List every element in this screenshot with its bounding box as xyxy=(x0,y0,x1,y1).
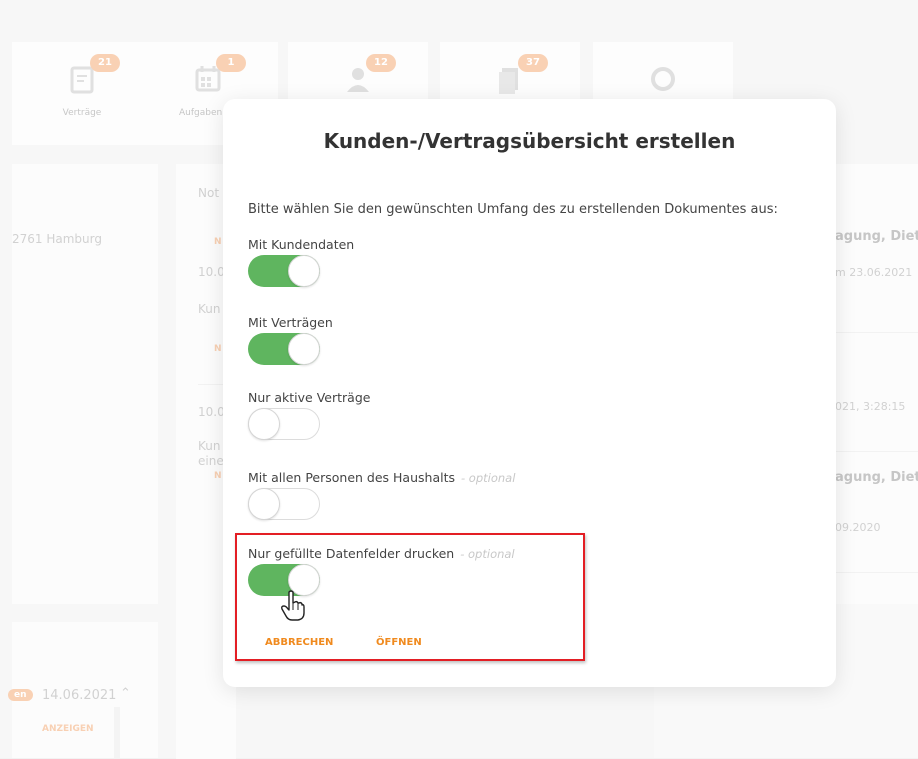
toggle-vertraege[interactable] xyxy=(248,333,320,365)
option-label: Mit Verträgen xyxy=(248,315,333,330)
toggle-haushalt[interactable] xyxy=(248,488,320,520)
option-aktive-vertraege: Nur aktive Verträge xyxy=(248,390,371,440)
dialog-description: Bitte wählen Sie den gewünschten Umfang … xyxy=(248,202,778,217)
optional-hint: - optional xyxy=(460,471,516,485)
toggle-knob xyxy=(248,488,280,520)
option-label: Mit Kundendaten xyxy=(248,237,355,252)
toggle-knob xyxy=(248,408,280,440)
option-label: Nur aktive Verträge xyxy=(248,390,371,405)
dialog-title: Kunden-/Vertragsübersicht erstellen xyxy=(323,129,736,153)
hand-cursor-icon xyxy=(281,590,305,621)
option-haushalt: Mit allen Personen des Haushalts - optio… xyxy=(248,470,516,520)
toggle-kundendaten[interactable] xyxy=(248,255,320,287)
option-kundendaten: Mit Kundendaten xyxy=(248,237,355,287)
option-label: Mit allen Personen des Haushalts xyxy=(248,470,455,485)
toggle-knob xyxy=(288,333,320,365)
toggle-aktive-vertraege[interactable] xyxy=(248,408,320,440)
option-vertraege: Mit Verträgen xyxy=(248,315,333,365)
toggle-knob xyxy=(288,255,320,287)
